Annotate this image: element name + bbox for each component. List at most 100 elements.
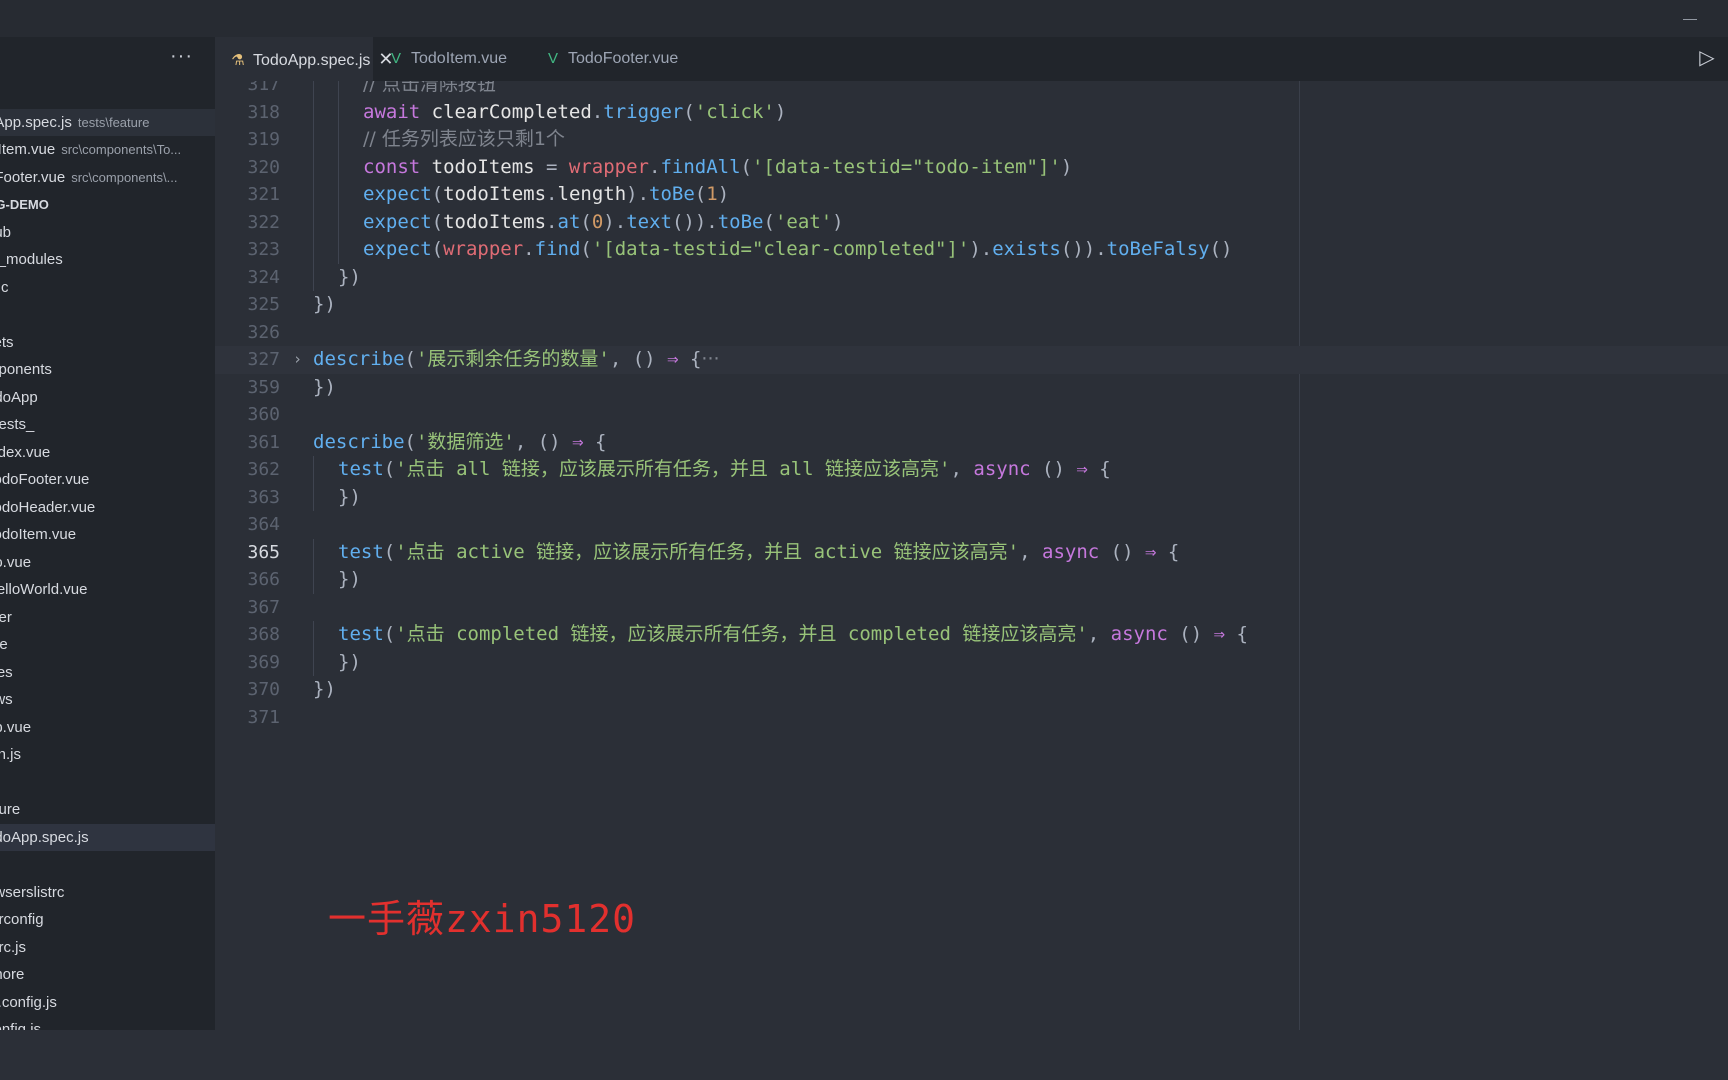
explorer-item-label: gnore (0, 966, 25, 983)
code-line[interactable]: 364 (215, 511, 1728, 539)
code-token: expect (363, 210, 432, 233)
indent-guide (313, 98, 338, 126)
code-line[interactable]: 318 await clearCompleted.trigger('click') (215, 98, 1728, 126)
explorer-item[interactable]: le_modules (0, 246, 215, 274)
explorer-item[interactable]: TodoItem.vue (0, 521, 215, 549)
indent-guide (313, 456, 338, 484)
more-actions-icon[interactable]: ··· (170, 45, 193, 68)
code-line[interactable]: 368 test('点击 completed 链接，应该展示所有任务，并且 com… (215, 621, 1728, 649)
explorer-item[interactable]: index.vue (0, 439, 215, 467)
code-text: test('点击 all 链接，应该展示所有任务，并且 all 链接应该高亮',… (313, 456, 1111, 484)
explorer-item[interactable]: gnore (0, 961, 215, 989)
code-token: }) (313, 678, 336, 700)
explorer-item[interactable]: uter (0, 604, 215, 632)
explorer-item[interactable]: it (0, 851, 215, 879)
explorer-item[interactable]: ore (0, 631, 215, 659)
code-line[interactable]: 371 (215, 704, 1728, 732)
code-line[interactable]: 323 expect(wrapper.find('[data-testid="cl… (215, 236, 1728, 264)
explorer-item[interactable]: hub (0, 219, 215, 247)
indent-guide (338, 236, 363, 264)
code-token: . (591, 100, 604, 123)
explorer-item[interactable]: olItem.vue src\components\To... (0, 136, 215, 164)
code-token: find (534, 238, 581, 260)
code-token: { (1156, 540, 1180, 563)
code-line[interactable]: 363}) (215, 483, 1728, 511)
code-token: ( (383, 623, 396, 645)
explorer-item[interactable]: TodoFooter.vue (0, 466, 215, 494)
tab-todofooter-vue[interactable]: V TodoFooter.vue (530, 37, 688, 81)
explorer-section-header[interactable]: 器 (0, 81, 215, 109)
code-token: }) (338, 265, 361, 288)
code-token: }) (338, 650, 361, 673)
explorer-section-header[interactable]: NG-DEMO (0, 191, 215, 219)
explorer-item[interactable]: el.config.js (0, 989, 215, 1017)
explorer-item[interactable]: odoApp.spec.js (0, 823, 215, 851)
code-line[interactable]: 325}) (215, 291, 1728, 319)
code-line[interactable]: 321 expect(todoItems.length).toBe(1) (215, 181, 1728, 209)
code-token: todoItems (443, 210, 547, 233)
code-line[interactable]: 361 describe('数据筛选', () ⇒ { (215, 429, 1728, 457)
code-line[interactable]: 360 (215, 401, 1728, 429)
code-line[interactable]: 320 const todoItems = wrapper.findAll('[d… (215, 153, 1728, 181)
run-icon[interactable]: ▷ (1694, 45, 1720, 71)
code-line[interactable]: 322 expect(todoItems.at(0).text()).toBe('… (215, 208, 1728, 236)
code-line[interactable]: 367 (215, 594, 1728, 622)
code-line[interactable]: 324}) (215, 263, 1728, 291)
code-line[interactable]: 359}) (215, 374, 1728, 402)
code-line[interactable]: 365 test('点击 active 链接，应该展示所有任务，并且 active… (215, 538, 1728, 566)
explorer-item[interactable]: oo.vue (0, 549, 215, 577)
code-token: ⇒ (1213, 623, 1226, 645)
explorer-item[interactable]: odoApp (0, 384, 215, 412)
indent-guide (313, 81, 338, 99)
code-line[interactable]: 369}) (215, 648, 1728, 676)
code-text: }) (313, 263, 361, 291)
explorer-item-label: olic (0, 278, 9, 296)
explorer-item[interactable] (0, 301, 215, 329)
explorer-item[interactable]: ews (0, 686, 215, 714)
explorer-item[interactable]: ain.js (0, 741, 215, 769)
explorer-item[interactable]: TodoHeader.vue (0, 494, 215, 522)
code-line[interactable]: 362 test('点击 all 链接，应该展示所有任务，并且 all 链接应该高… (215, 456, 1728, 484)
explorer-item[interactable]: yles (0, 659, 215, 687)
explorer-item[interactable]: owserslistrc (0, 879, 215, 907)
code-token: . (523, 238, 535, 260)
code-line[interactable]: 370}) (215, 676, 1728, 704)
code-token: ) (1060, 155, 1073, 178)
line-number: 325 (247, 294, 280, 315)
code-line[interactable]: 326 (215, 319, 1728, 347)
explorer-item[interactable]: HelloWorld.vue (0, 576, 215, 604)
code-line[interactable]: 317 // 点击清除按钮 (215, 81, 1728, 99)
code-token: ⇒ (1076, 458, 1088, 480)
bottom-bar (0, 1030, 1728, 1080)
flask-icon: ⚗ (231, 52, 245, 69)
tab-todoapp-spec-js[interactable]: ⚗ TodoApp.spec.js ✕ (215, 37, 394, 81)
explorer-item[interactable]: s (0, 769, 215, 797)
code-token: expect (363, 183, 432, 205)
tab-todoitem-vue[interactable]: V TodoItem.vue (373, 37, 530, 81)
code-token: toBeFalsy (1106, 238, 1210, 260)
explorer-item[interactable]: sets (0, 329, 215, 357)
code-token: ( (431, 238, 444, 260)
code-token: ( (580, 238, 592, 260)
explorer-item[interactable]: config.js (0, 1016, 215, 1030)
explorer-item[interactable]: ature (0, 796, 215, 824)
line-number: 324 (247, 266, 280, 288)
explorer-item[interactable]: mponents (0, 356, 215, 384)
code-token: ) (774, 100, 787, 123)
explorer-item[interactable]: olic (0, 274, 215, 302)
code-token: ( (431, 183, 444, 205)
explorer-item[interactable]: oApp.spec.js tests\feature (0, 108, 215, 136)
explorer-item[interactable]: _tests_ (0, 411, 215, 439)
code-line[interactable]: 319 // 任务列表应该只剩1个 (215, 126, 1728, 154)
explorer-item[interactable]: pp.vue (0, 714, 215, 742)
explorer-item[interactable]: ntrc.js (0, 934, 215, 962)
explorer-item[interactable]: torconfig (0, 906, 215, 934)
code-line[interactable]: 366}) (215, 566, 1728, 594)
code-token: () (1167, 623, 1214, 645)
tab-label: TodoFooter.vue (568, 50, 679, 67)
explorer-item[interactable]: oFooter.vue src\components\... (0, 164, 215, 192)
fold-chevron-icon[interactable]: › (293, 346, 302, 374)
minimize-button[interactable]: — (1682, 10, 1698, 26)
indent-guide (313, 208, 338, 236)
code-line[interactable]: 327 › describe('展示剩余任务的数量', () ⇒ {··· (215, 346, 1728, 374)
